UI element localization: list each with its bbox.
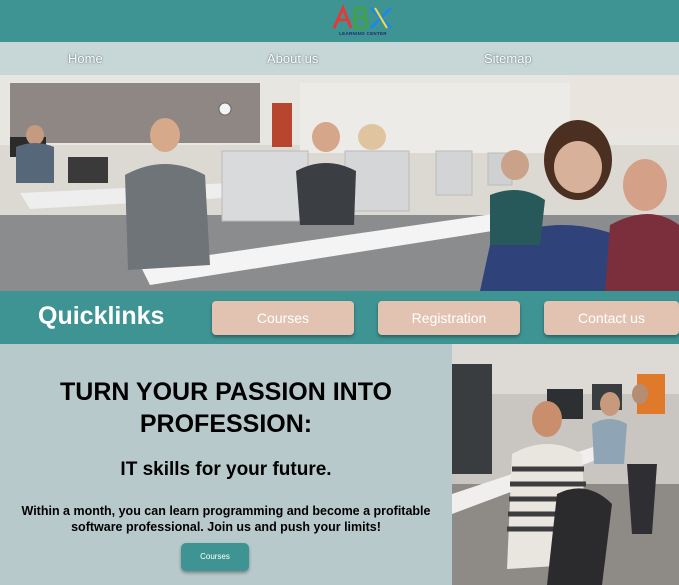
students-lab-image (452, 344, 679, 585)
quicklink-contact-button[interactable]: Contact us (544, 301, 679, 335)
promo-description-line2: software professional. Join us and push … (71, 520, 381, 534)
nav-sitemap-link[interactable]: Sitemap (484, 51, 532, 66)
classroom-illustration (0, 75, 679, 291)
promo-description: Within a month, you can learn programmin… (2, 503, 450, 535)
promo-headline-line2: PROFESSION: (139, 410, 313, 438)
main-nav: Home About us Sitemap (0, 42, 679, 75)
quicklinks-title: Quicklinks (38, 302, 165, 330)
promo-subtitle: IT skills for your future. (120, 459, 332, 480)
promo-courses-button[interactable]: Courses (181, 543, 249, 571)
nav-home-link[interactable]: Home (68, 51, 103, 66)
promo-headline: TURN YOUR PASSION INTO PROFESSION: (0, 376, 452, 440)
site-header: LEARNING CENTER (0, 0, 679, 42)
nav-about-link[interactable]: About us (267, 51, 318, 66)
logo-mark-icon (332, 4, 393, 30)
quicklinks-bar: Quicklinks Courses Registration Contact … (0, 291, 679, 344)
promo-headline-line1: TURN YOUR PASSION INTO (60, 378, 392, 406)
logo-text: LEARNING CENTER (339, 31, 387, 36)
quicklink-registration-button[interactable]: Registration (378, 301, 520, 335)
quicklink-courses-button[interactable]: Courses (212, 301, 354, 335)
hero-classroom-image (0, 75, 679, 291)
promo-description-line1: Within a month, you can learn programmin… (21, 504, 431, 518)
abc-logo[interactable]: LEARNING CENTER (331, 4, 395, 38)
computer-lab-illustration (452, 344, 679, 585)
promo-section: TURN YOUR PASSION INTO PROFESSION: IT sk… (0, 344, 452, 585)
